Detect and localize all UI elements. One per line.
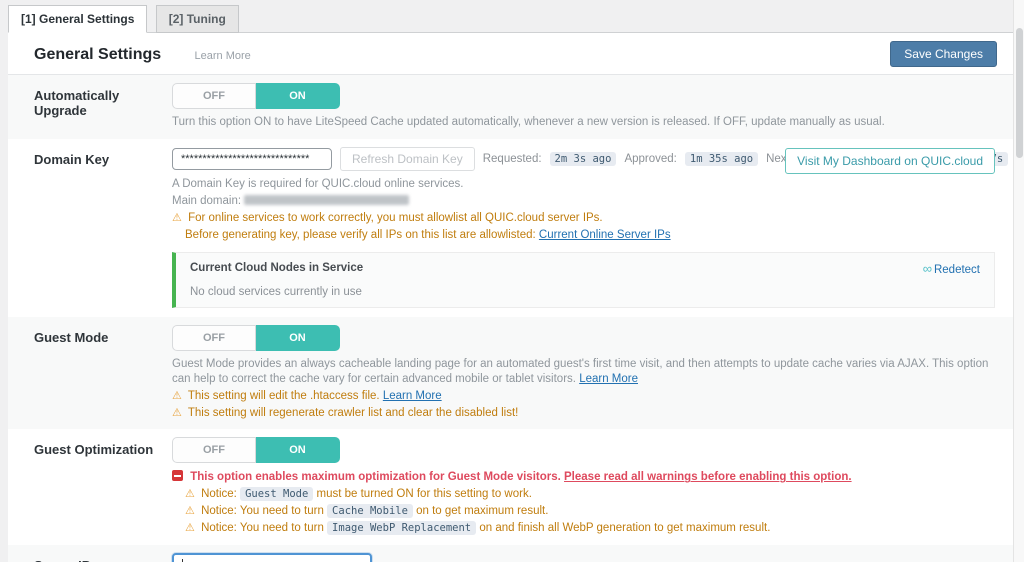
setting-label: Guest Optimization xyxy=(34,437,172,536)
crawler-warning: ⚠ This setting will regenerate crawler l… xyxy=(172,406,995,421)
warning-icon: ⚠ xyxy=(185,488,195,500)
settings-page: [1] General Settings [2] Tuning General … xyxy=(0,0,1024,562)
guest-mode-learn-more-link[interactable]: Learn More xyxy=(579,373,638,385)
guest-optimization-toggle: OFF ON xyxy=(172,437,340,463)
cloud-nodes-title: Current Cloud Nodes in Service xyxy=(190,262,363,274)
notice-cache-mobile: ⚠ Notice: You need to turn Cache Mobile … xyxy=(185,504,995,519)
section-automatically-upgrade: Automatically Upgrade OFF ON Turn this o… xyxy=(8,75,1013,139)
setting-value-area: Refresh Domain Key Requested: 2m 3s ago … xyxy=(172,147,995,308)
page-scrollbar xyxy=(1013,0,1024,562)
warning-icon: ⚠ xyxy=(185,505,195,517)
crawler-warning-text: This setting will regenerate crawler lis… xyxy=(188,407,518,419)
guest-optimization-danger-line: This option enables maximum optimization… xyxy=(172,470,995,485)
toggle-off-button[interactable]: OFF xyxy=(172,325,256,351)
redetect-label: Redetect xyxy=(934,264,980,276)
webp-code-badge: Image WebP Replacement xyxy=(327,521,476,535)
section-guest-optimization: Guest Optimization OFF ON This option en… xyxy=(8,429,1013,545)
guest-mode-code-badge: Guest Mode xyxy=(240,487,313,501)
cloud-nodes-empty-text: No cloud services currently in use xyxy=(190,286,980,298)
setting-label: Domain Key xyxy=(34,147,172,308)
scrollbar-thumb[interactable] xyxy=(1016,28,1023,158)
setting-label: Guest Mode xyxy=(34,325,172,421)
redetect-link[interactable]: ∞Redetect xyxy=(923,261,980,276)
approved-label: Approved: xyxy=(624,153,676,165)
settings-content: General Settings Learn More Save Changes… xyxy=(8,33,1013,562)
setting-value-area: OFF ON Guest Mode provides an always cac… xyxy=(172,325,995,421)
cloud-nodes-panel: Current Cloud Nodes in Service ∞Redetect… xyxy=(172,252,995,308)
section-server-ip: Server IP Enter this site's IP address t… xyxy=(8,545,1013,562)
notice-text: Notice: You need to turn xyxy=(201,522,324,534)
domain-key-required-note: A Domain Key is required for QUIC.cloud … xyxy=(172,177,995,192)
notice-text: Notice: xyxy=(201,488,237,500)
save-changes-button[interactable]: Save Changes xyxy=(890,41,997,67)
cache-mobile-code-badge: Cache Mobile xyxy=(327,504,413,518)
guest-mode-toggle: OFF ON xyxy=(172,325,340,351)
setting-value-area: Enter this site's IP address to allow cl… xyxy=(172,553,995,562)
redetect-icon: ∞ xyxy=(923,261,932,276)
main-domain-label: Main domain: xyxy=(172,195,241,207)
toggle-off-button[interactable]: OFF xyxy=(172,83,256,109)
setting-value-area: OFF ON Turn this option ON to have LiteS… xyxy=(172,83,995,130)
notice-text: on to get maximum result. xyxy=(416,505,548,517)
toggle-on-button[interactable]: ON xyxy=(256,83,340,109)
notice-guest-mode: ⚠ Notice: Guest Mode must be turned ON f… xyxy=(185,487,995,502)
notice-webp: ⚠ Notice: You need to turn Image WebP Re… xyxy=(185,521,995,536)
warning-icon: ⚠ xyxy=(172,390,182,402)
setting-description: Turn this option ON to have LiteSpeed Ca… xyxy=(172,115,995,130)
tab-bar: [1] General Settings [2] Tuning xyxy=(8,0,1024,33)
cloud-nodes-panel-header: Current Cloud Nodes in Service ∞Redetect xyxy=(190,261,980,276)
warning-icon: ⚠ xyxy=(172,407,182,419)
toggle-on-button[interactable]: ON xyxy=(256,325,340,351)
tab-general-settings[interactable]: [1] General Settings xyxy=(8,5,147,33)
section-domain-key: Domain Key Refresh Domain Key Requested:… xyxy=(8,139,1013,317)
requested-time-badge: 2m 3s ago xyxy=(550,152,617,166)
auto-upgrade-toggle: OFF ON xyxy=(172,83,340,109)
domain-key-input[interactable] xyxy=(172,148,332,170)
notice-text: must be turned ON for this setting to wo… xyxy=(317,488,532,500)
warning-icon: ⚠ xyxy=(172,212,182,224)
allowlist-warning: ⚠ For online services to work correctly,… xyxy=(172,211,995,226)
requested-label: Requested: xyxy=(483,153,542,165)
current-online-server-ips-link[interactable]: Current Online Server IPs xyxy=(539,229,671,241)
prohibit-icon xyxy=(172,470,183,481)
main-domain-redacted-value xyxy=(244,195,409,205)
server-ip-input[interactable] xyxy=(172,553,372,562)
section-guest-mode: Guest Mode OFF ON Guest Mode provides an… xyxy=(8,317,1013,430)
setting-label: Automatically Upgrade xyxy=(34,83,172,130)
page-header: General Settings Learn More Save Changes xyxy=(8,33,1013,75)
setting-value-area: OFF ON This option enables maximum optim… xyxy=(172,437,995,536)
header-learn-more-link[interactable]: Learn More xyxy=(195,50,251,62)
toggle-off-button[interactable]: OFF xyxy=(172,437,256,463)
setting-label: Server IP xyxy=(34,553,172,562)
read-all-warnings-link[interactable]: Please read all warnings before enabling… xyxy=(564,471,852,483)
setting-description: Guest Mode provides an always cacheable … xyxy=(172,357,995,387)
approved-time-badge: 1m 35s ago xyxy=(685,152,758,166)
notice-text: Notice: You need to turn xyxy=(201,505,324,517)
visit-dashboard-button[interactable]: Visit My Dashboard on QUIC.cloud xyxy=(785,148,995,174)
danger-text: This option enables maximum optimization… xyxy=(190,471,561,483)
toggle-on-button[interactable]: ON xyxy=(256,437,340,463)
warning-icon: ⚠ xyxy=(185,522,195,534)
htaccess-warning: ⚠ This setting will edit the .htaccess f… xyxy=(172,389,995,404)
refresh-domain-key-button[interactable]: Refresh Domain Key xyxy=(340,147,475,171)
tab-tuning[interactable]: [2] Tuning xyxy=(156,5,239,33)
verify-warning: Before generating key, please verify all… xyxy=(185,228,995,243)
allowlist-warning-text: For online services to work correctly, y… xyxy=(188,212,603,224)
verify-warning-text: Before generating key, please verify all… xyxy=(185,229,536,241)
main-domain-line: Main domain: xyxy=(172,194,995,209)
page-title: General Settings xyxy=(34,46,161,64)
htaccess-learn-more-link[interactable]: Learn More xyxy=(383,390,442,402)
notice-text: on and finish all WebP generation to get… xyxy=(479,522,770,534)
htaccess-warning-text: This setting will edit the .htaccess fil… xyxy=(188,390,380,402)
